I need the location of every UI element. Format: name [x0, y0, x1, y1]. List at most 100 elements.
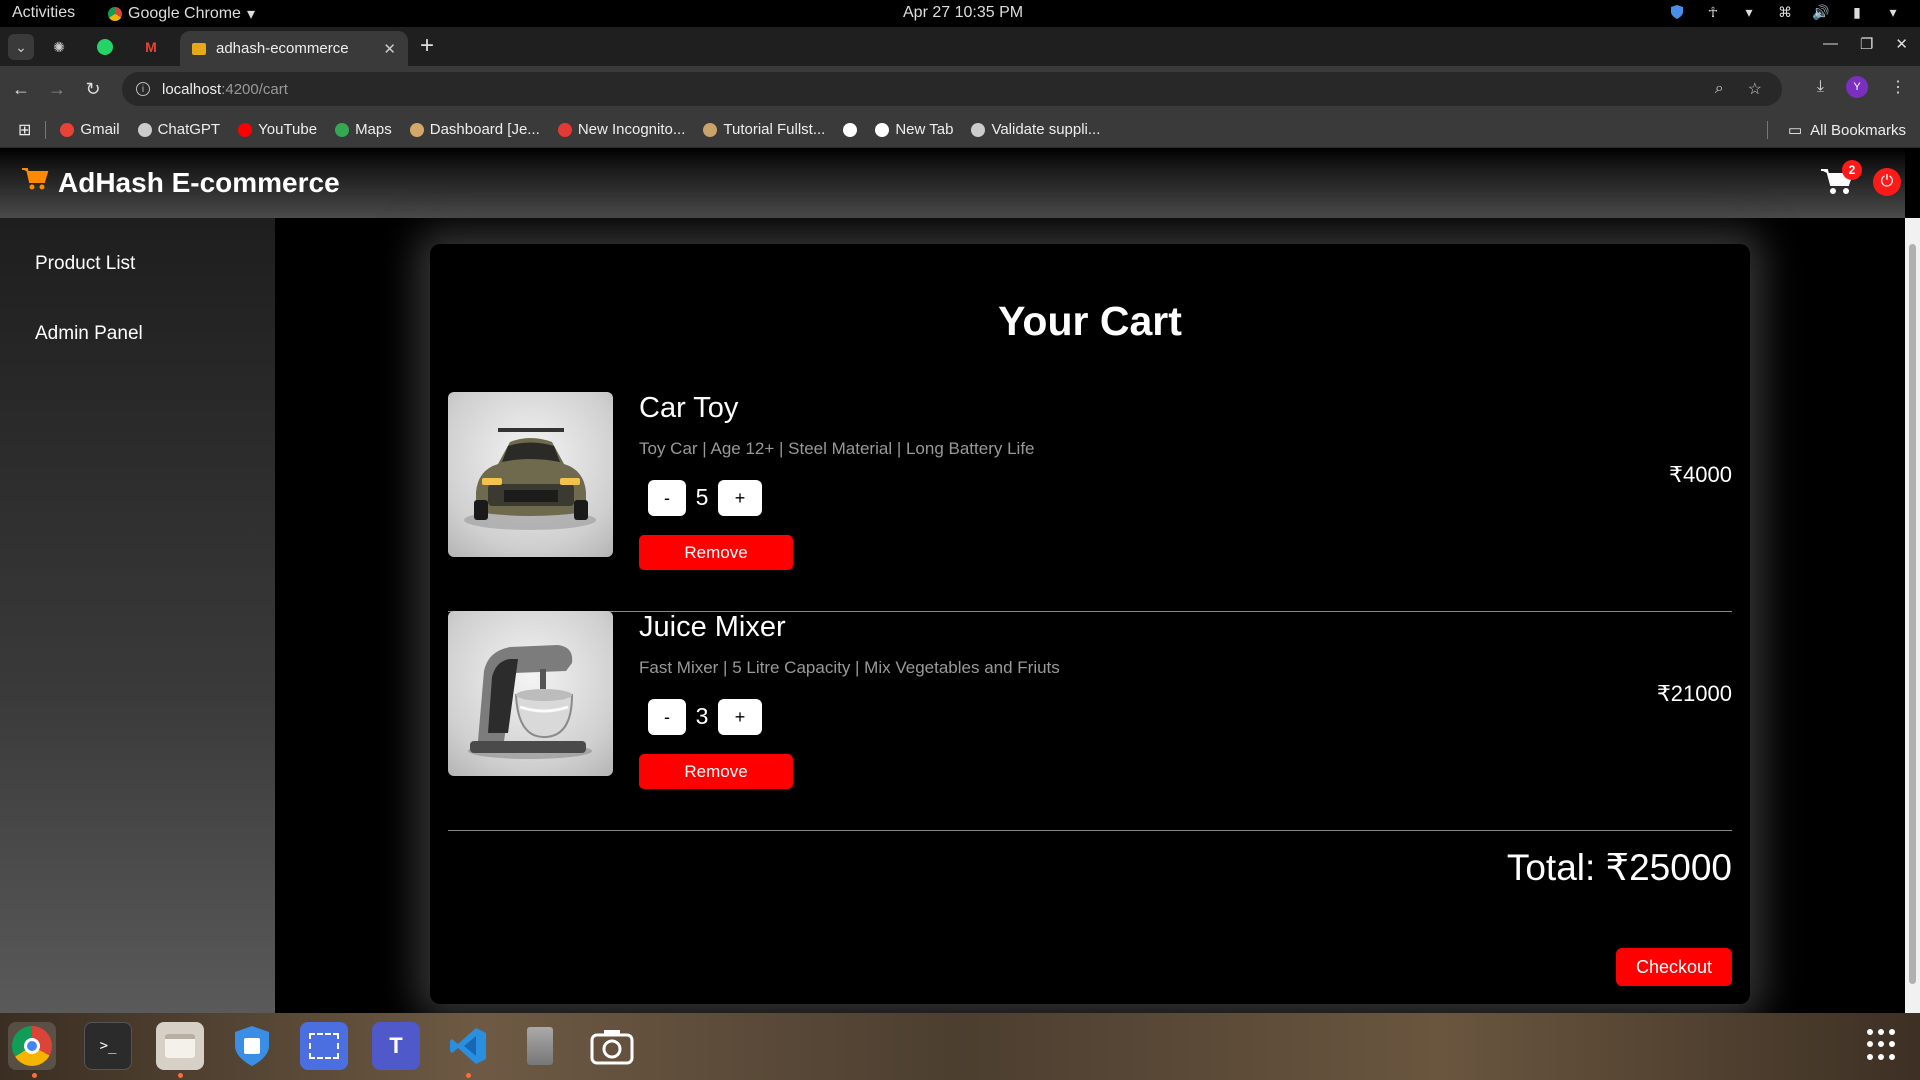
item-price: ₹21000 [1656, 681, 1732, 706]
decrease-quantity-button[interactable]: - [648, 699, 686, 735]
bookmark-star-icon[interactable]: ☆ [1748, 79, 1762, 99]
dock-teams[interactable]: T [372, 1022, 420, 1070]
sidebar-item-admin-panel[interactable]: Admin Panel [35, 323, 143, 345]
bookmark-item[interactable]: New Incognito... [557, 121, 686, 138]
bookmark-item[interactable]: Tutorial Fullst... [703, 121, 825, 138]
remove-button[interactable]: Remove [639, 535, 793, 570]
dock-camera[interactable] [588, 1022, 636, 1070]
checkout-button[interactable]: Checkout [1616, 948, 1732, 986]
chevron-down-icon[interactable]: ▾ [1884, 3, 1902, 21]
url-path: :4200/cart [221, 80, 288, 98]
shopping-cart-icon [20, 166, 50, 199]
dock-device[interactable] [516, 1022, 564, 1070]
dock-terminal[interactable]: >_ [84, 1022, 132, 1070]
site-info-icon[interactable]: i [136, 82, 150, 96]
remove-button[interactable]: Remove [639, 754, 793, 789]
bookmark-label: Validate suppli... [991, 121, 1101, 138]
logout-icon: ⏻ [1880, 173, 1894, 190]
reload-icon[interactable]: ↻ [80, 76, 106, 102]
shield-icon[interactable] [1668, 3, 1686, 21]
all-bookmarks-button[interactable]: ▭ All Bookmarks [1766, 121, 1906, 139]
quantity-value: 5 [695, 484, 709, 510]
juice-mixer-image [468, 645, 592, 759]
download-icon[interactable]: ⤓ [1817, 78, 1824, 96]
back-arrow-icon[interactable]: ← [8, 76, 34, 102]
new-tab-button[interactable]: + [420, 32, 434, 60]
close-window-icon[interactable]: ✕ [1895, 35, 1908, 53]
restore-icon[interactable]: ❐ [1860, 35, 1873, 53]
item-description: Fast Mixer | 5 Litre Capacity | Mix Vege… [639, 658, 1060, 677]
increase-quantity-button[interactable]: + [718, 699, 762, 735]
running-indicator [32, 1073, 37, 1078]
clock[interactable]: Apr 27 10:35 PM [903, 4, 1023, 22]
selection-icon [309, 1033, 339, 1059]
bookmark-item[interactable]: ChatGPT [137, 121, 220, 138]
bookmark-label: Gmail [80, 121, 120, 138]
app-menu[interactable]: Google Chrome ▾ [108, 4, 255, 24]
product-image [448, 392, 613, 557]
vscode-icon [450, 1028, 486, 1064]
profile-avatar[interactable]: Y [1846, 76, 1868, 98]
app-name: Google Chrome [128, 5, 241, 22]
gmail-icon [60, 122, 75, 137]
cart-card: Your Cart Car Toy Toy Car | Age 12+ | St… [430, 244, 1750, 1004]
scrollbar[interactable] [1905, 218, 1920, 1013]
dock-vscode[interactable] [444, 1022, 492, 1070]
device-icon [527, 1027, 553, 1065]
logout-button[interactable]: ⏻ [1873, 168, 1901, 196]
volume-icon[interactable]: 🔊 [1812, 3, 1830, 21]
tab-adhash-ecommerce[interactable]: adhash-ecommerce ✕ [180, 31, 408, 66]
pinned-tab-gmail[interactable]: M [138, 34, 164, 60]
minimize-icon[interactable]: — [1823, 35, 1838, 53]
dock-screenshot-tool[interactable] [300, 1022, 348, 1070]
bookmark-item[interactable]: New Tab [875, 121, 953, 138]
scrollbar-thumb[interactable] [1909, 244, 1916, 984]
pinned-tab-whatsapp[interactable] [92, 34, 118, 60]
brand[interactable]: AdHash E-commerce [20, 166, 340, 199]
close-icon[interactable]: ✕ [383, 40, 396, 58]
cart-item: Juice Mixer Fast Mixer | 5 Litre Capacit… [448, 611, 1732, 831]
teams-icon: T [389, 1033, 403, 1058]
product-image [448, 611, 613, 776]
chatgpt-icon [971, 122, 986, 137]
item-description: Toy Car | Age 12+ | Steel Material | Lon… [639, 439, 1035, 458]
browser-toolbar: ← → ↻ i localhost:4200/cart ⌕ ☆ ⤓ Y ⋮ [0, 66, 1920, 112]
folder-icon: ▭ [1787, 122, 1803, 139]
bookmark-item[interactable]: YouTube [238, 121, 317, 138]
url-host: localhost [162, 80, 222, 98]
sidebar-item-product-list[interactable]: Product List [35, 253, 135, 275]
battery-icon[interactable]: ▮ [1848, 3, 1866, 21]
gmail-icon: M [145, 39, 157, 55]
bookmark-item[interactable]: Maps [335, 121, 392, 138]
bookmark-label: New Incognito... [577, 121, 686, 138]
chevron-down-icon[interactable]: ▾ [1740, 3, 1758, 21]
address-bar[interactable]: i localhost:4200/cart ⌕ ☆ [122, 72, 1782, 106]
bookmark-item[interactable]: Validate suppli... [971, 121, 1100, 138]
chrome-icon [12, 1026, 52, 1066]
forward-arrow-icon[interactable]: → [44, 76, 70, 102]
item-name: Juice Mixer [639, 611, 786, 643]
bookmark-item[interactable]: Dashboard [Je... [409, 121, 540, 138]
terminal-icon: >_ [99, 1038, 117, 1054]
activities-button[interactable]: Activities [12, 4, 75, 22]
show-apps-icon[interactable] [1867, 1029, 1899, 1061]
network-icon[interactable]: ⌘ [1776, 3, 1794, 21]
pinned-tab-chatgpt[interactable]: ✺ [46, 34, 72, 60]
dock: >_ T [0, 1013, 1920, 1080]
tab-search-button[interactable]: ⌄ [8, 34, 34, 60]
dock-chrome[interactable] [8, 1022, 56, 1070]
more-menu-icon[interactable]: ⋮ [1890, 77, 1906, 97]
apps-grid-icon[interactable]: ⊞ [18, 120, 31, 140]
item-name: Car Toy [639, 392, 739, 424]
dock-vpn[interactable] [228, 1022, 276, 1070]
accessibility-icon[interactable]: ☥ [1704, 3, 1722, 21]
increase-quantity-button[interactable]: + [718, 480, 762, 516]
cart-item: Car Toy Toy Car | Age 12+ | Steel Materi… [448, 392, 1732, 612]
bookmark-item[interactable] [843, 122, 858, 137]
bookmark-label: YouTube [258, 121, 318, 138]
dock-files[interactable] [156, 1022, 204, 1070]
decrease-quantity-button[interactable]: - [648, 480, 686, 516]
zoom-icon[interactable]: ⌕ [1715, 80, 1724, 98]
bookmark-item[interactable]: Gmail [60, 121, 120, 138]
chrome-icon [108, 7, 122, 21]
